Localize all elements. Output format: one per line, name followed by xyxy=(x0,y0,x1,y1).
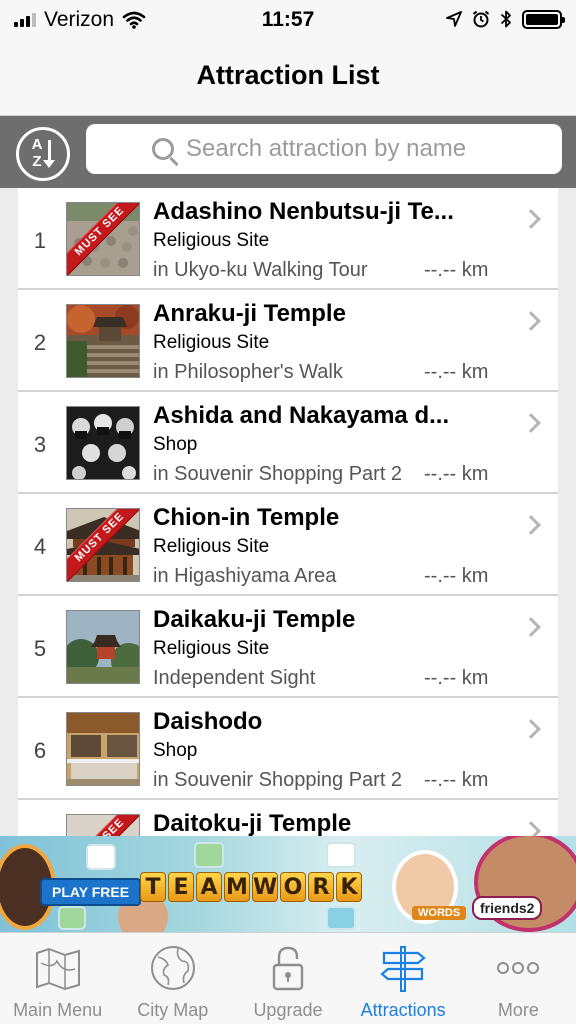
list-item[interactable]: 4 MUST SEE Chion-in Temple Religious Sit… xyxy=(18,494,558,596)
attraction-distance: --.-- km xyxy=(424,259,489,281)
ad-tile xyxy=(326,842,356,868)
attraction-list[interactable]: 1 MUST SEE Adashino Nenbutsu-ji Te... Re… xyxy=(0,188,576,836)
tab-label: More xyxy=(497,1000,539,1020)
list-item[interactable]: 3 Ashida and Nakayama d... Shop in Souve… xyxy=(18,392,558,494)
tab-main-menu[interactable]: Main Menu xyxy=(0,933,115,1024)
alarm-icon xyxy=(472,10,490,28)
page-title: Attraction List xyxy=(196,60,380,90)
item-number: 4 xyxy=(33,534,47,559)
tab-label: Main Menu xyxy=(13,1000,103,1020)
status-bar: Verizon 11:57 xyxy=(0,0,576,40)
location-arrow-icon xyxy=(446,11,462,27)
signpost-icon xyxy=(380,946,426,992)
search-icon xyxy=(152,138,174,160)
attraction-thumbnail: MUST SEE xyxy=(66,814,140,836)
ad-teamwork-logo: TE AM WO RK xyxy=(140,872,362,902)
attraction-thumbnail xyxy=(66,712,140,786)
chevron-right-icon xyxy=(521,617,541,637)
tab-attractions[interactable]: Attractions xyxy=(346,933,461,1024)
ad-words-tag: WORDS xyxy=(412,906,467,920)
sort-az-button[interactable]: A Z xyxy=(16,127,70,181)
attraction-name: Daishodo xyxy=(153,708,263,735)
bluetooth-icon xyxy=(500,10,511,28)
battery-icon xyxy=(522,9,565,29)
search-bar: A Z xyxy=(0,116,576,188)
item-number: 6 xyxy=(33,738,47,763)
tab-bar: Main Menu City Map Upgrade Attractions M… xyxy=(0,932,576,1024)
attraction-distance: --.-- km xyxy=(424,667,489,689)
lock-icon xyxy=(272,946,304,991)
chevron-right-icon xyxy=(521,515,541,535)
attraction-category: Religious Site xyxy=(153,332,270,353)
tab-more[interactable]: More xyxy=(461,933,576,1024)
tab-label: City Map xyxy=(137,1000,209,1020)
ad-play-free-button[interactable]: PLAY FREE xyxy=(40,878,142,906)
attraction-location: in Philosopher's Walk xyxy=(153,361,343,383)
item-number: 2 xyxy=(33,330,47,355)
attraction-location: Independent Sight xyxy=(153,667,316,689)
attraction-location: in Souvenir Shopping Part 2 xyxy=(153,769,403,791)
attraction-thumbnail xyxy=(66,304,140,378)
attraction-distance: --.-- km xyxy=(424,463,489,485)
attraction-thumbnail: MUST SEE xyxy=(66,202,140,276)
attraction-location: in Higashiyama Area xyxy=(153,565,337,587)
list-item[interactable]: 1 MUST SEE Adashino Nenbutsu-ji Te... Re… xyxy=(18,188,558,290)
search-input[interactable] xyxy=(186,135,496,163)
attraction-name: Anraku-ji Temple xyxy=(153,300,346,327)
ad-tile xyxy=(326,906,356,930)
tab-upgrade[interactable]: Upgrade xyxy=(230,933,345,1024)
attraction-distance: --.-- km xyxy=(424,565,489,587)
tab-label: Attractions xyxy=(360,1000,446,1020)
attraction-category: Shop xyxy=(153,434,198,455)
list-item[interactable]: 6 Daishodo Shop in Souvenir Shopping Par… xyxy=(18,698,558,800)
chevron-right-icon xyxy=(521,821,541,836)
ad-tile xyxy=(194,842,224,868)
ad-banner[interactable]: PLAY FREE TE AM WO RK WORDS friends2 xyxy=(0,836,576,932)
navigation-bar: Attraction List xyxy=(0,40,576,116)
attraction-name: Adashino Nenbutsu-ji Te... xyxy=(153,198,454,225)
ad-tile xyxy=(58,906,86,930)
tab-city-map[interactable]: City Map xyxy=(115,933,230,1024)
attraction-location: in Ukyo-ku Walking Tour xyxy=(153,259,368,281)
attraction-category: Religious Site xyxy=(153,230,270,251)
list-item[interactable]: 5 Daikaku-ji Temple Religious Site Indep… xyxy=(18,596,558,698)
attraction-thumbnail xyxy=(66,406,140,480)
attraction-name: Daikaku-ji Temple xyxy=(153,606,356,633)
attraction-distance: --.-- km xyxy=(424,769,489,791)
chevron-right-icon xyxy=(521,413,541,433)
attraction-name: Ashida and Nakayama d... xyxy=(153,402,450,429)
chevron-right-icon xyxy=(521,311,541,331)
tab-label: Upgrade xyxy=(253,1000,323,1020)
item-number: 3 xyxy=(33,432,47,457)
attraction-distance: --.-- km xyxy=(424,361,489,383)
sort-arrow-icon xyxy=(43,140,55,168)
status-right xyxy=(446,9,565,29)
more-icon xyxy=(497,962,540,974)
search-field[interactable] xyxy=(86,124,562,174)
item-number: 1 xyxy=(33,228,47,253)
map-icon xyxy=(35,947,80,991)
globe-icon xyxy=(150,946,195,990)
ad-tile xyxy=(86,844,116,870)
attraction-category: Shop xyxy=(153,740,198,761)
list-item[interactable]: 2 Anraku-ji Temple Religious Site in Phi… xyxy=(18,290,558,392)
list-item[interactable]: MUST SEE Daitoku-ji Temple xyxy=(18,800,558,836)
attraction-category: Religious Site xyxy=(153,638,270,659)
attraction-thumbnail xyxy=(66,610,140,684)
attraction-thumbnail: MUST SEE xyxy=(66,508,140,582)
attraction-name: Daitoku-ji Temple xyxy=(153,810,352,836)
attraction-category: Religious Site xyxy=(153,536,270,557)
attraction-name: Chion-in Temple xyxy=(153,504,340,531)
ad-friends-logo: friends2 xyxy=(472,896,543,920)
chevron-right-icon xyxy=(521,719,541,739)
attraction-location: in Souvenir Shopping Part 2 xyxy=(153,463,403,485)
chevron-right-icon xyxy=(521,209,541,229)
item-number: 5 xyxy=(33,636,47,661)
